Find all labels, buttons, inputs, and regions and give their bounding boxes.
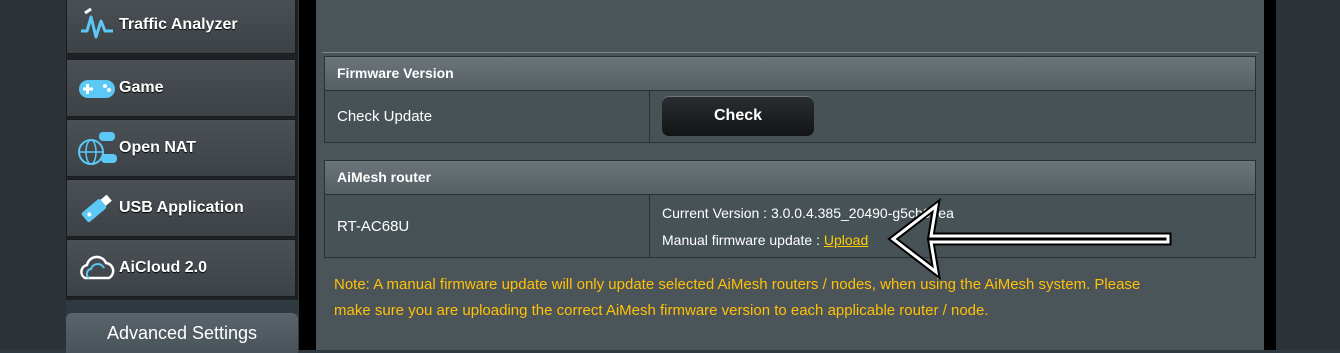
sidebar-item-label: Open NAT — [119, 139, 197, 156]
manual-firmware-update-line: Manual firmware update : Upload — [662, 232, 868, 248]
note-line-2: make sure you are uploading the correct … — [334, 302, 989, 319]
sidebar-item-traffic-analyzer[interactable]: Traffic Analyzer — [66, 0, 296, 54]
sidebar-item-label: USB Application — [119, 199, 244, 216]
right-margin — [1276, 0, 1340, 350]
check-button[interactable]: Check — [662, 96, 814, 136]
sidebar-item-open-nat[interactable]: Open NAT — [66, 119, 296, 177]
router-firmware-cell: Current Version : 3.0.0.4.385_20490-g5cb… — [650, 195, 1255, 257]
firmware-version-header: Firmware Version — [325, 57, 1255, 91]
sidebar-item-game[interactable]: Game — [66, 59, 296, 117]
sidebar-item-label: Traffic Analyzer — [119, 16, 238, 33]
router-model: RT-AC68U — [325, 195, 650, 257]
sidebar-item-aicloud[interactable]: AiCloud 2.0 — [66, 239, 296, 297]
firmware-note: Note: A manual firmware update will only… — [334, 272, 1234, 324]
firmware-version-table: Firmware Version Check Update Check — [324, 56, 1256, 143]
sidebar: Traffic Analyzer Game Open NAT USB Appli… — [66, 0, 298, 300]
table-row: RT-AC68U Current Version : 3.0.0.4.385_2… — [325, 195, 1255, 257]
right-border — [1264, 0, 1276, 350]
aimesh-router-header: AiMesh router — [325, 161, 1255, 195]
sidebar-item-label: AiCloud 2.0 — [119, 259, 208, 276]
check-update-cell: Check — [650, 91, 1255, 142]
current-version-text: Current Version : 3.0.0.4.385_20490-g5cb… — [662, 205, 954, 221]
gamepad-icon — [73, 64, 121, 112]
separator-line — [322, 52, 1258, 53]
cloud-icon — [73, 244, 121, 292]
usb-drive-icon — [73, 184, 121, 232]
table-row: Check Update Check — [325, 91, 1255, 142]
traffic-analyzer-icon — [73, 1, 121, 49]
sidebar-item-label: Game — [119, 79, 164, 96]
check-update-label: Check Update — [325, 91, 650, 142]
left-margin — [0, 0, 66, 350]
sidebar-item-usb-application[interactable]: USB Application — [66, 179, 296, 237]
upload-link[interactable]: Upload — [824, 232, 868, 248]
divider — [299, 0, 316, 350]
aimesh-router-table: AiMesh router RT-AC68U Current Version :… — [324, 160, 1256, 258]
note-line-1: Note: A manual firmware update will only… — [334, 276, 1141, 293]
advanced-settings-button[interactable]: Advanced Settings — [66, 313, 298, 353]
manual-firmware-update-label: Manual firmware update : — [662, 232, 824, 248]
globe-gamepad-icon — [73, 124, 121, 172]
